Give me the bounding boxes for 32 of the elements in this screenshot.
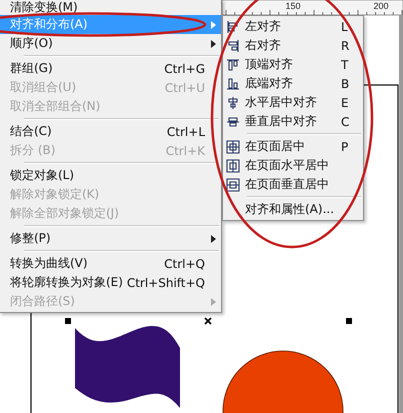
menu-item[interactable]: 右对齐 R	[223, 36, 363, 55]
align-icon	[226, 58, 240, 72]
menu-item[interactable]: 顶端对齐 T	[223, 55, 363, 74]
menu-item[interactable]: 群组(G) Ctrl+G	[0, 59, 221, 78]
align-icon	[226, 76, 240, 90]
selection-handle	[346, 318, 352, 324]
menu-item[interactable]: 左对齐 L	[223, 17, 363, 36]
menu-item[interactable]: 清除变换(M)	[0, 0, 221, 15]
center-marker-icon	[204, 317, 212, 325]
align-icon	[226, 114, 240, 128]
menu-item[interactable]: 在页面垂直居中	[223, 175, 363, 194]
page-center-icon	[226, 178, 240, 192]
selection-handle	[65, 318, 71, 324]
ruler-label: 200	[373, 1, 389, 11]
menu-item[interactable]: 结合(C) Ctrl+L	[0, 122, 221, 141]
ruler-label: 150	[285, 1, 301, 11]
menu-item[interactable]: 顺序(O)	[0, 34, 221, 53]
page-center-icon	[226, 140, 240, 154]
menu-item[interactable]: 底端对齐 B	[223, 74, 363, 93]
menu-item[interactable]: 将轮廓转换为对象(E) Ctrl+Shift+Q	[0, 273, 221, 292]
menu-item[interactable]: 在页面居中 P	[223, 137, 363, 156]
align-icon	[226, 96, 240, 110]
menu-item[interactable]: 对齐和属性(A)...	[223, 200, 363, 219]
menu-item[interactable]: 垂直居中对齐 C	[223, 112, 363, 131]
menu-item[interactable]: 水平居中对齐 E	[223, 93, 363, 112]
menu-item[interactable]: 修整(P)	[0, 229, 221, 248]
align-icon	[226, 38, 240, 52]
menu-item[interactable]: 锁定对象(L)	[0, 166, 221, 185]
align-icon	[226, 20, 240, 34]
menu-item[interactable]: 在页面水平居中	[223, 156, 363, 175]
page-center-icon	[226, 158, 240, 172]
menu-item[interactable]: 转换为曲线(V) Ctrl+Q	[0, 254, 221, 273]
